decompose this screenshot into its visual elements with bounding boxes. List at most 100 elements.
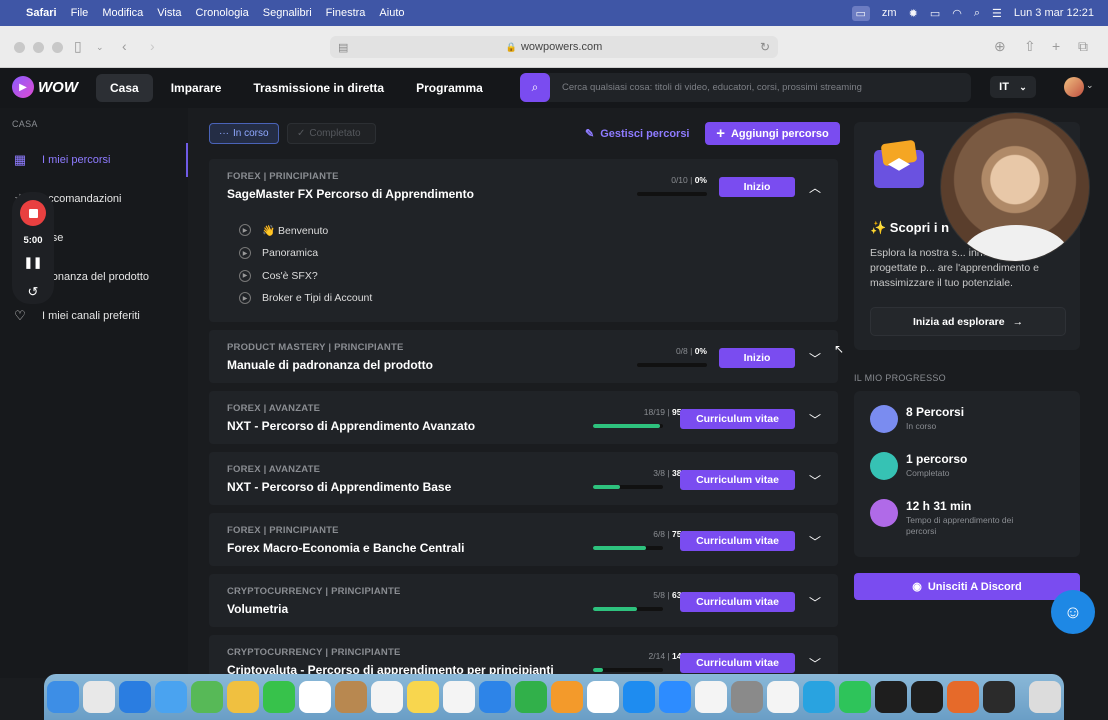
avatar[interactable] (1064, 77, 1084, 97)
nav-live[interactable]: Trasmissione in diretta (239, 74, 398, 102)
battery-icon[interactable]: ▭ (930, 7, 940, 20)
reload-icon[interactable]: ↻ (760, 40, 770, 54)
restart-icon[interactable]: ↺ (12, 284, 54, 300)
join-discord-button[interactable]: ◉ Unisciti A Discord (854, 573, 1080, 600)
dock-obs-icon[interactable] (983, 681, 1015, 713)
dock-finder-icon[interactable] (47, 681, 79, 713)
chevron-down-icon[interactable]: ﹀ (809, 411, 821, 428)
dock-mail-icon[interactable] (155, 681, 187, 713)
dock-trash-icon[interactable] (1029, 681, 1061, 713)
menu-history[interactable]: Cronologia (196, 7, 249, 19)
lesson-item[interactable]: ▶ Broker e Tipi di Account (239, 287, 372, 310)
close-window-button[interactable] (14, 42, 25, 53)
dock-spark-icon[interactable] (911, 681, 943, 713)
screen-record-icon[interactable]: ▭ (851, 5, 870, 21)
forward-icon[interactable]: › (150, 38, 155, 54)
menu-app-name[interactable]: Safari (26, 7, 57, 19)
filter-in-progress[interactable]: ··· In corso (209, 123, 279, 144)
dock-facetime-icon[interactable] (263, 681, 295, 713)
manage-paths-link[interactable]: ✎ Gestisci percorsi (585, 127, 690, 141)
resume-button[interactable]: Curriculum vitae (680, 592, 795, 612)
chevron-up-icon[interactable]: ︿ (809, 179, 821, 196)
start-button[interactable]: Inizio (719, 177, 795, 197)
filter-completed[interactable]: ✓ Completato (287, 123, 376, 144)
chat-support-icon[interactable]: ☺ (1051, 590, 1095, 634)
start-exploring-button[interactable]: Inizia ad esplorare → (870, 307, 1066, 336)
dock-firefox-icon[interactable] (947, 681, 979, 713)
language-select[interactable]: IT ⌄ (990, 76, 1036, 98)
back-icon[interactable]: ‹ (122, 38, 127, 54)
dock-maps-icon[interactable] (191, 681, 223, 713)
resume-button[interactable]: Curriculum vitae (680, 653, 795, 673)
dock-photos-icon[interactable] (227, 681, 259, 713)
dock-settings-icon[interactable] (731, 681, 763, 713)
course-card[interactable]: FOREX | PRINCIPIANTE Forex Macro-Economi… (209, 513, 838, 566)
dock-reminders-icon[interactable] (371, 681, 403, 713)
lesson-item[interactable]: ▶ Panoramica (239, 242, 372, 265)
zoom-status-icon[interactable]: zm (882, 7, 897, 19)
dock-zoom-icon[interactable] (659, 681, 691, 713)
menu-datetime[interactable]: Lun 3 mar 12:21 (1014, 7, 1094, 19)
dock-notion-icon[interactable] (587, 681, 619, 713)
pause-icon[interactable]: ❚❚ (12, 256, 54, 269)
dock-whatsapp-icon[interactable] (839, 681, 871, 713)
menu-window[interactable]: Finestra (326, 7, 366, 19)
page-menu-icon[interactable]: ▤ (338, 41, 348, 54)
share-icon[interactable]: ⇧ (1024, 38, 1036, 55)
lesson-item[interactable]: ▶ Cos'è SFX? (239, 264, 372, 287)
course-card[interactable]: CRYPTOCURRENCY | PRINCIPIANTE Criptovalu… (209, 635, 838, 678)
search-icon[interactable]: ⌕ (520, 73, 550, 102)
tab-overview-icon[interactable]: ⧉ (1078, 38, 1088, 55)
nav-schedule[interactable]: Programma (402, 74, 497, 102)
address-bar[interactable]: ▤ 🔒 wowpowers.com ↻ (330, 36, 778, 58)
dock-app-store-icon[interactable] (623, 681, 655, 713)
chevron-down-icon[interactable]: ﹀ (809, 533, 821, 550)
course-card[interactable]: FOREX | AVANZATE NXT - Percorso di Appre… (209, 452, 838, 505)
chevron-down-icon[interactable]: ﹀ (809, 594, 821, 611)
menu-file[interactable]: File (71, 7, 89, 19)
course-card[interactable]: FOREX | AVANZATE NXT - Percorso di Appre… (209, 391, 838, 444)
new-tab-icon[interactable]: + (1052, 38, 1060, 54)
chevron-down-icon[interactable]: ﹀ (809, 350, 821, 367)
sidebar-toggle-icon[interactable]: ▯ (74, 38, 82, 55)
downloads-icon[interactable]: ⊕ (994, 38, 1006, 55)
dock-numbers-icon[interactable] (515, 681, 547, 713)
dock-script-icon[interactable] (695, 681, 727, 713)
course-card[interactable]: CRYPTOCURRENCY | PRINCIPIANTE Volumetria… (209, 574, 838, 627)
dock-freeform-icon[interactable] (443, 681, 475, 713)
course-card[interactable]: PRODUCT MASTERY | PRINCIPIANTE Manuale d… (209, 330, 838, 383)
chevron-down-icon[interactable]: ⌄ (1086, 80, 1094, 91)
start-button[interactable]: Inizio (719, 348, 795, 368)
menu-edit[interactable]: Modifica (102, 7, 143, 19)
dock-contacts-icon[interactable] (335, 681, 367, 713)
zoom-window-button[interactable] (52, 42, 63, 53)
nav-learn[interactable]: Imparare (157, 74, 236, 102)
brightness-icon[interactable]: ✹ (909, 7, 918, 20)
resume-button[interactable]: Curriculum vitae (680, 531, 795, 551)
menu-bookmarks[interactable]: Segnalibri (263, 7, 312, 19)
dock-pages-icon[interactable] (551, 681, 583, 713)
spotlight-search-icon[interactable]: ⌕ (974, 7, 980, 20)
stop-recording-button[interactable] (20, 200, 46, 226)
menu-help[interactable]: Aiuto (379, 7, 404, 19)
dock-keynote-icon[interactable] (479, 681, 511, 713)
sidebar-item-favorite-channels[interactable]: ♡ I miei canali preferiti (0, 299, 188, 333)
chevron-down-icon[interactable]: ﹀ (809, 472, 821, 489)
course-card[interactable]: FOREX | PRINCIPIANTE SageMaster FX Perco… (209, 159, 838, 322)
nav-home[interactable]: Casa (96, 74, 153, 102)
resume-button[interactable]: Curriculum vitae (680, 470, 795, 490)
control-center-icon[interactable]: ☰ (992, 7, 1002, 20)
add-path-button[interactable]: + Aggiungi percorso (705, 122, 840, 145)
wow-logo[interactable]: ▶ WOW (12, 76, 78, 98)
resume-button[interactable]: Curriculum vitae (680, 409, 795, 429)
dock-skype-icon[interactable] (875, 681, 907, 713)
dock-chatgpt-icon[interactable] (767, 681, 799, 713)
dock-telegram-icon[interactable] (803, 681, 835, 713)
minimize-window-button[interactable] (33, 42, 44, 53)
search-input[interactable]: Cerca qualsiasi cosa: titoli di video, e… (562, 82, 862, 93)
sidebar-item-my-paths[interactable]: ▦ I miei percorsi (0, 143, 188, 177)
dock-notes-icon[interactable] (407, 681, 439, 713)
lesson-item[interactable]: ▶ 👋 Benvenuto (239, 219, 372, 242)
wifi-icon[interactable]: ◠ (952, 7, 962, 20)
search-bar[interactable]: ⌕ Cerca qualsiasi cosa: titoli di video,… (520, 73, 971, 102)
